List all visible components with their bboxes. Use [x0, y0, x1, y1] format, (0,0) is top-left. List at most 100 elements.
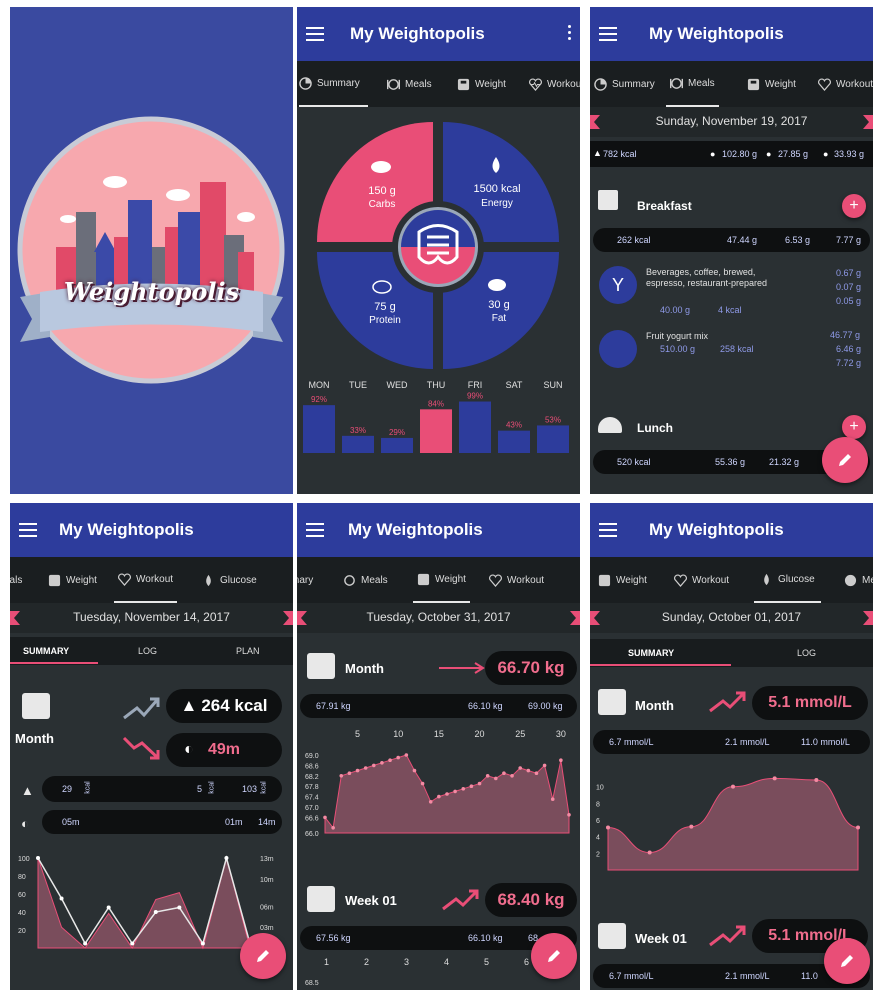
item2-name[interactable]: Fruit yogurt mix — [646, 331, 708, 341]
weight-point — [412, 768, 417, 773]
week-avg: 67.56 kg — [316, 933, 351, 943]
tab-meals[interactable]: Meals — [666, 61, 719, 107]
week-min: 66.10 kg — [468, 933, 503, 943]
app-title: My Weightopolis — [348, 520, 483, 539]
item1-fat: 0.05 g — [836, 296, 862, 306]
y-tick: 4 — [596, 835, 600, 842]
menu-icon[interactable] — [599, 27, 617, 41]
item2-kcal: 258 kcal — [720, 344, 754, 354]
tab-workout[interactable]: Workout — [818, 61, 873, 107]
subtab-log[interactable]: LOG — [138, 646, 157, 656]
glucose-area — [607, 777, 859, 871]
x-tick: 15 — [434, 729, 444, 739]
glucose-point — [647, 850, 652, 855]
weight-point — [502, 771, 506, 775]
day-label: THU — [427, 380, 446, 390]
subtab-summary[interactable]: SUMMARY — [23, 646, 69, 656]
day-percent: 53% — [545, 415, 561, 424]
edit-fab[interactable] — [822, 437, 868, 483]
tab-weight[interactable]: Weight — [598, 557, 647, 603]
tab-me[interactable]: Me — [844, 557, 873, 603]
bread-icon — [371, 161, 391, 173]
day-percent: 84% — [428, 399, 444, 408]
item1-weight: 40.00 g — [660, 305, 691, 315]
tab-glucose-label: Glucose — [220, 574, 257, 586]
date-selector[interactable]: Tuesday, November 14, 2017 — [10, 603, 293, 633]
menu-icon[interactable] — [306, 27, 324, 41]
month-weight: 66.70 kg — [485, 651, 577, 685]
flame-icon: ▲ — [180, 696, 198, 715]
x-tick: 5 — [355, 729, 360, 739]
kcal-min: 5 — [197, 784, 203, 794]
heart-pulse-icon — [674, 574, 687, 587]
tab-glucose[interactable]: Glucose — [202, 557, 257, 603]
subtab-plan[interactable]: PLAN — [236, 646, 260, 656]
breakfast-icon — [598, 190, 618, 210]
tab-workout[interactable]: Workout — [114, 557, 178, 603]
tab-meals[interactable]: eals — [10, 557, 22, 603]
month-label: Month — [15, 731, 54, 746]
overflow-menu-icon[interactable] — [568, 25, 572, 43]
kcal-total-value: 264 kcal — [201, 696, 268, 715]
week-avg: 6.7 mmol/L — [609, 971, 654, 981]
tab-workout[interactable]: Workout — [674, 557, 729, 603]
tab-meals[interactable]: Meals — [387, 61, 432, 107]
energy-label: Energy — [481, 198, 513, 209]
tab-weight[interactable]: Weight — [48, 557, 97, 603]
date-selector[interactable]: Sunday, November 19, 2017 — [590, 107, 873, 137]
next-date-icon[interactable] — [863, 115, 873, 129]
tab-glucose-label: Glucose — [778, 573, 815, 585]
pencil-icon — [257, 950, 269, 962]
tab-summary[interactable]: mary — [297, 557, 313, 603]
add-lunch-button[interactable]: + — [842, 415, 866, 439]
tab-workout[interactable]: Workout — [489, 557, 544, 603]
drop-icon — [764, 573, 769, 585]
month-label: Month — [345, 661, 384, 676]
edit-fab[interactable] — [240, 933, 286, 979]
carbs-label: Carbs — [368, 199, 396, 210]
breakfast-title: Breakfast — [637, 199, 692, 213]
kcal-total: ▲ 264 kcal — [166, 689, 282, 723]
app-bar: My Weightopolis — [297, 7, 580, 61]
item1-name[interactable]: Beverages, coffee, brewed, espresso, res… — [646, 267, 776, 289]
menu-icon[interactable] — [306, 523, 324, 537]
meals-screen: My Weightopolis Summary Meals Weight Wor… — [590, 7, 873, 494]
next-date-icon[interactable] — [570, 611, 580, 625]
date-label: Tuesday, October 31, 2017 — [366, 610, 511, 624]
month-min: 66.10 kg — [468, 701, 503, 711]
date-selector[interactable]: Tuesday, October 31, 2017 — [297, 603, 580, 633]
trend-down-icon — [122, 736, 160, 760]
tab-weight[interactable]: Weight — [747, 61, 796, 107]
week-x-tick: 1 — [324, 957, 330, 967]
app-bar: My Weightopolis — [10, 503, 293, 557]
time-area — [37, 856, 251, 950]
glucose-point — [856, 825, 860, 830]
add-breakfast-button[interactable]: + — [842, 194, 866, 218]
tab-summary[interactable]: Summary — [594, 61, 655, 107]
tab-weight[interactable]: Weight — [457, 61, 506, 107]
app-bar: My Weightopolis — [590, 503, 873, 557]
tab-weight[interactable]: Weight — [413, 557, 470, 603]
tab-glucose[interactable]: Glucose — [754, 557, 821, 603]
y-left-tick: 80 — [18, 874, 26, 881]
next-date-icon[interactable] — [283, 611, 293, 625]
menu-icon[interactable] — [19, 523, 37, 537]
menu-icon[interactable] — [599, 523, 617, 537]
day-bar — [498, 430, 530, 453]
tab-workout[interactable]: Workout — [529, 61, 580, 107]
subtab-log[interactable]: LOG — [797, 648, 816, 658]
tab-bar: Summary Meals Weight Workout — [590, 61, 873, 107]
glucose-point — [814, 778, 819, 782]
summary-screen: My Weightopolis Summary Meals Weight Wor… — [297, 7, 580, 494]
date-selector[interactable]: Sunday, October 01, 2017 — [590, 603, 873, 633]
tab-summary[interactable]: Summary — [299, 61, 368, 107]
next-date-icon[interactable] — [863, 611, 873, 625]
edit-fab[interactable] — [824, 938, 870, 984]
tab-meals[interactable]: Meals — [343, 557, 388, 603]
item1-protein: 0.07 g — [836, 282, 862, 292]
kcal-point — [224, 856, 229, 860]
kcal-stats: 29 kcal 5 kcal 103 kcal — [42, 776, 282, 802]
tab-bar: Summary Meals Weight Workout — [297, 61, 580, 107]
subtab-summary[interactable]: SUMMARY — [628, 648, 674, 658]
edit-fab[interactable] — [531, 933, 577, 979]
